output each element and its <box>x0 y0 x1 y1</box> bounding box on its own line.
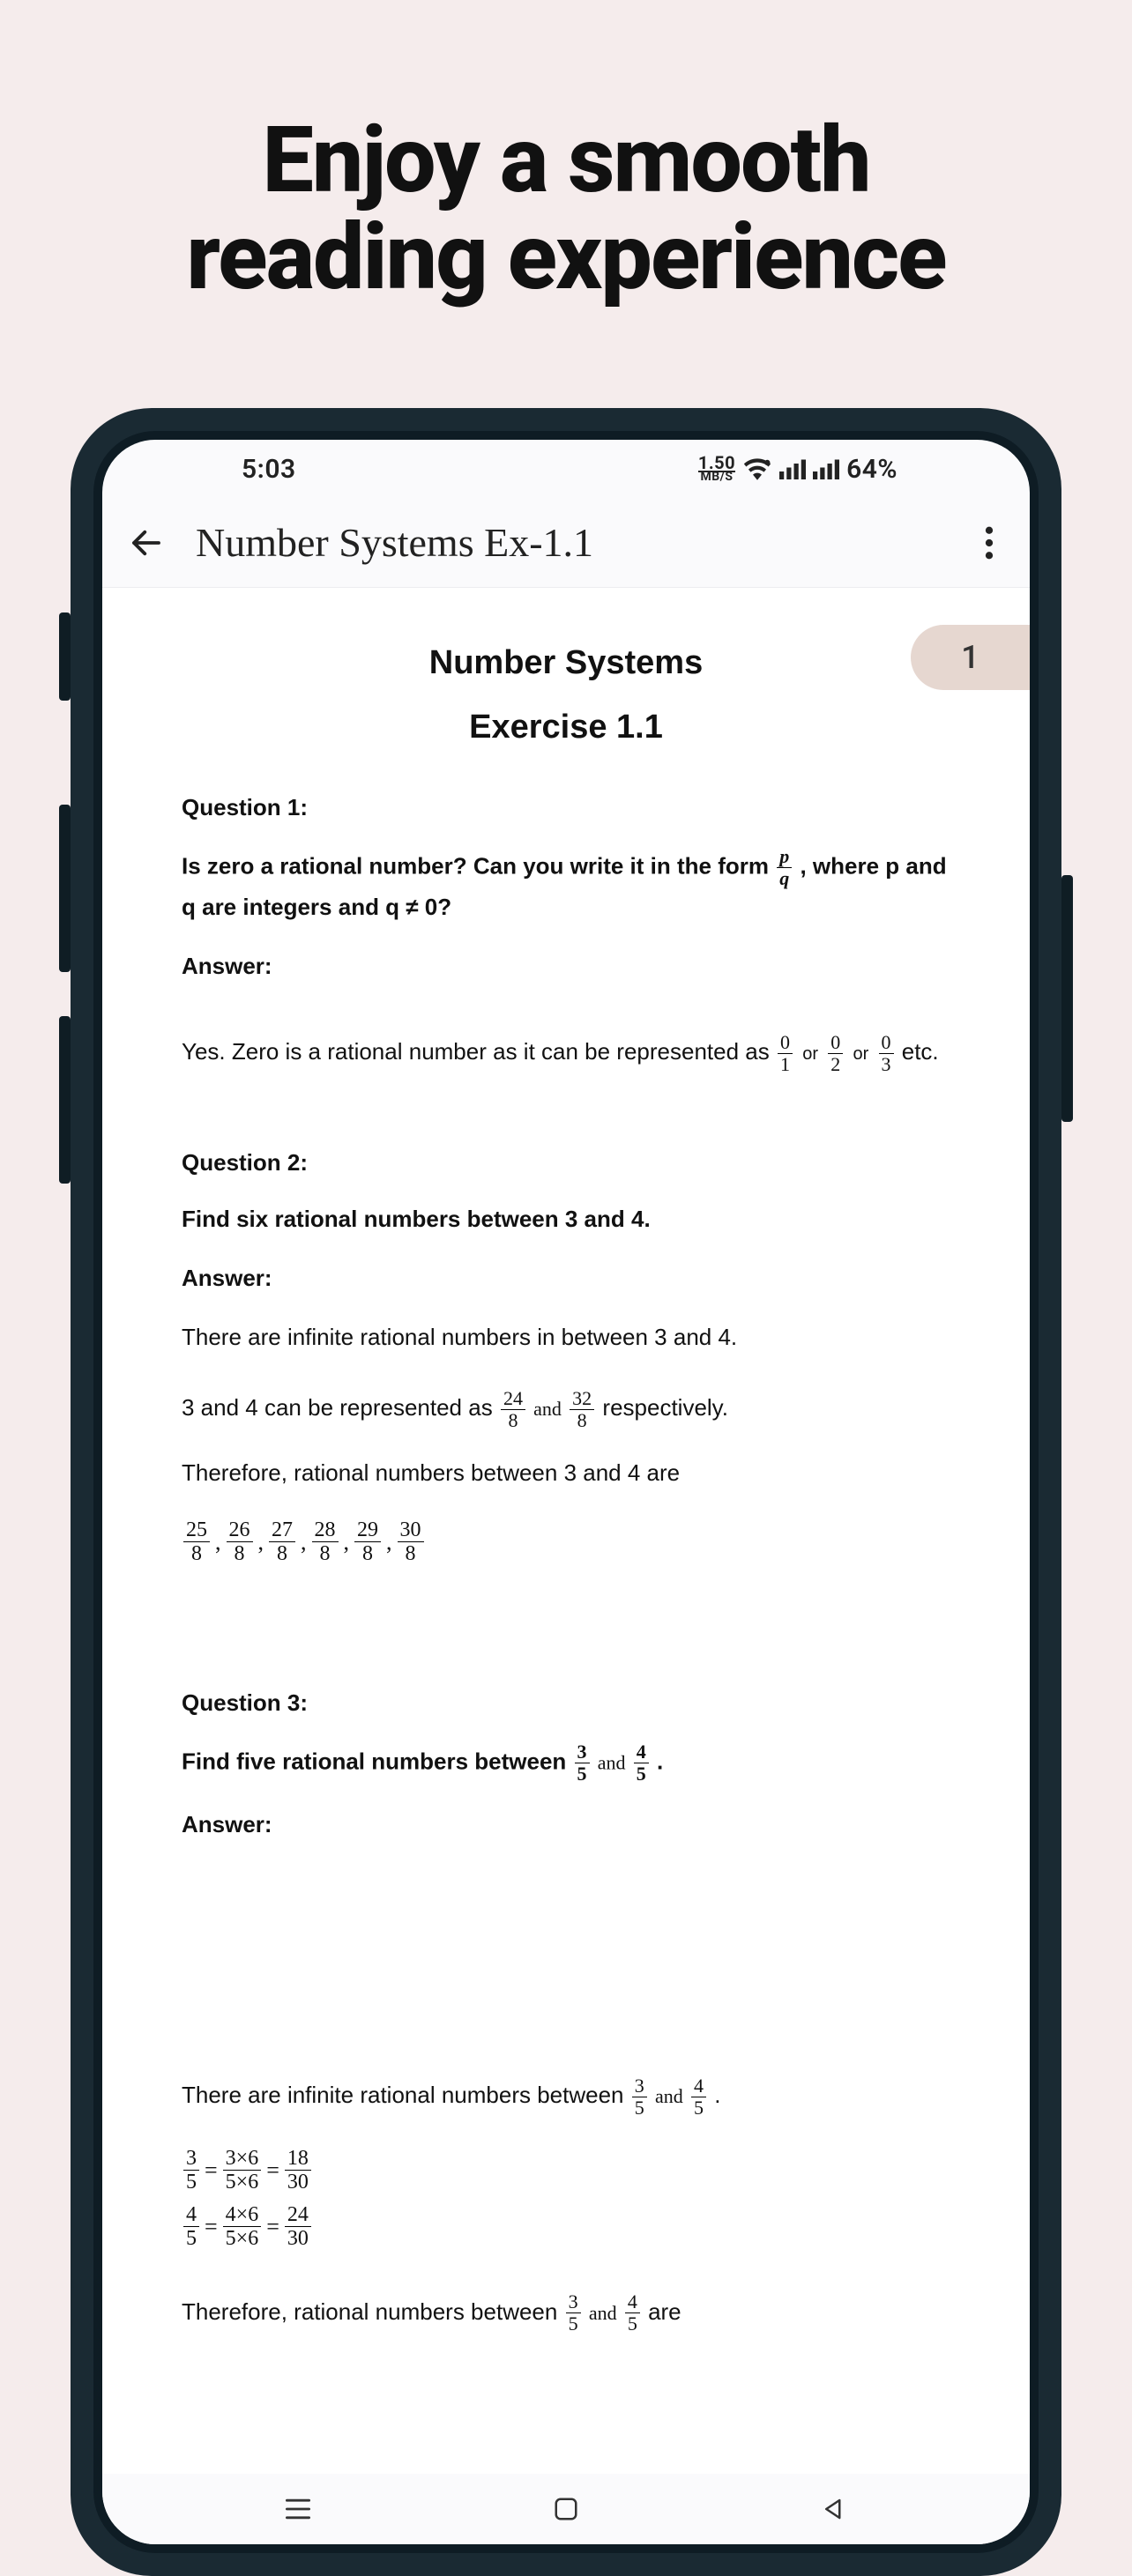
app-bar: Number Systems Ex-1.1 <box>102 498 1030 588</box>
more-vertical-icon <box>985 526 994 560</box>
signal-icon <box>779 458 806 479</box>
status-right-cluster: 1.50 MB/S 64% <box>698 454 897 485</box>
document-content: Number Systems Exercise 1.1 Question 1: … <box>102 588 1030 2382</box>
answer-label: Answer: <box>182 1811 950 1838</box>
answer-label: Answer: <box>182 953 950 980</box>
phone-side-button <box>59 805 71 972</box>
signal-icon <box>813 458 839 479</box>
fraction: 01 <box>778 1032 793 1075</box>
arrow-left-icon <box>128 524 165 561</box>
question-text: Find six rational numbers between 3 and … <box>182 1201 950 1238</box>
network-speed: 1.50 MB/S <box>698 456 735 482</box>
answer-text: Therefore, rational numbers between 35 a… <box>182 2291 950 2335</box>
fraction: 248 <box>501 1388 525 1431</box>
question-label: Question 2: <box>182 1149 950 1177</box>
fraction: 1830 <box>285 2147 311 2194</box>
appbar-title: Number Systems Ex-1.1 <box>196 519 970 566</box>
nav-recent-button[interactable] <box>279 2490 317 2528</box>
fraction: 03 <box>879 1032 894 1075</box>
nav-back-button[interactable] <box>815 2490 853 2528</box>
answer-label: Answer: <box>182 1265 950 1292</box>
fraction: 02 <box>828 1032 843 1075</box>
fraction: 328 <box>570 1388 594 1431</box>
fraction: 308 <box>398 1518 424 1566</box>
fraction: 45 <box>625 2291 640 2335</box>
promo-line1: Enjoy a smooth <box>0 113 1132 210</box>
fraction: 35 <box>566 2291 581 2335</box>
question-label: Question 3: <box>182 1689 950 1717</box>
fraction-p-over-q: p q <box>777 846 792 889</box>
triangle-left-icon <box>821 2496 847 2522</box>
back-button[interactable] <box>123 520 169 566</box>
fraction: 45 <box>691 2075 706 2119</box>
answer-text: There are infinite rational numbers betw… <box>182 2075 950 2119</box>
promo-line2: reading experience <box>0 210 1132 307</box>
phone-side-button <box>59 612 71 701</box>
battery-percent: 64% <box>846 454 897 485</box>
fraction: 268 <box>227 1518 253 1566</box>
fraction: 288 <box>312 1518 339 1566</box>
fraction-list: 258, 268, 278, 288, 298, 308 <box>182 1518 950 1566</box>
page-number-indicator: 1 <box>911 625 1030 690</box>
status-time: 5:03 <box>242 454 296 485</box>
fraction: 45 <box>634 1741 649 1785</box>
doc-title: Number Systems <box>182 644 950 682</box>
nav-home-button[interactable] <box>547 2490 585 2528</box>
answer-text: Yes. Zero is a rational number as it can… <box>182 1031 950 1075</box>
promo-title: Enjoy a smooth reading experience <box>0 0 1132 307</box>
fraction: 298 <box>354 1518 381 1566</box>
status-bar: 5:03 1.50 MB/S 64% <box>102 440 1030 498</box>
phone-side-button <box>1061 875 1073 1122</box>
menu-lines-icon <box>283 2497 313 2521</box>
phone-screen: 5:03 1.50 MB/S 64% Number Systems Ex-1.1 <box>102 440 1030 2544</box>
question-text: Find five rational numbers between 35 an… <box>182 1741 950 1785</box>
fraction: 3×65×6 <box>223 2147 262 2194</box>
fraction: 35 <box>183 2147 199 2194</box>
equation-row: 45 = 4×65×6 = 2430 <box>182 2203 950 2251</box>
square-icon <box>553 2496 579 2522</box>
phone-frame: 5:03 1.50 MB/S 64% Number Systems Ex-1.1 <box>71 408 1061 2576</box>
fraction: 278 <box>269 1518 295 1566</box>
question-label: Question 1: <box>182 794 950 821</box>
fraction: 4×65×6 <box>223 2203 262 2251</box>
more-button[interactable] <box>970 523 1009 562</box>
fraction: 35 <box>575 1741 590 1785</box>
answer-text: Therefore, rational numbers between 3 an… <box>182 1452 950 1494</box>
wifi-icon <box>742 457 772 480</box>
doc-subtitle: Exercise 1.1 <box>182 709 950 746</box>
answer-text: There are infinite rational numbers in b… <box>182 1317 950 1358</box>
android-nav-bar <box>102 2474 1030 2544</box>
fraction: 35 <box>632 2075 647 2119</box>
fraction: 45 <box>183 2203 199 2251</box>
document-viewer[interactable]: 1 Number Systems Exercise 1.1 Question 1… <box>102 588 1030 2474</box>
equation-row: 35 = 3×65×6 = 1830 <box>182 2147 950 2194</box>
fraction: 2430 <box>285 2203 311 2251</box>
phone-side-button <box>59 1016 71 1184</box>
question-text: Is zero a rational number? Can you write… <box>182 846 950 926</box>
answer-text: 3 and 4 can be represented as 248 and 32… <box>182 1387 950 1431</box>
fraction: 258 <box>183 1518 210 1566</box>
